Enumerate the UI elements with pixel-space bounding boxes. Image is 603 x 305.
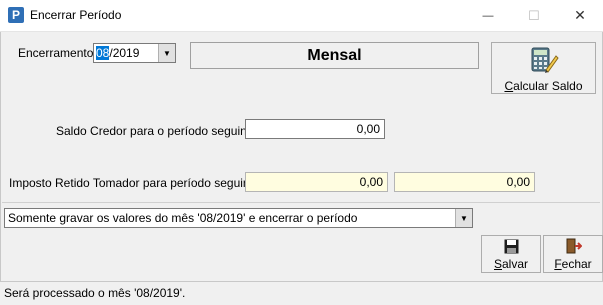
close-icon: ✕ xyxy=(574,7,586,23)
separator xyxy=(2,202,600,203)
encerramento-month: 08 xyxy=(96,46,110,60)
period-type-panel: Mensal xyxy=(190,42,479,69)
salvar-button[interactable]: Salvar xyxy=(481,235,541,273)
minimize-icon: — xyxy=(482,9,494,22)
encerramento-year: /2019 xyxy=(109,46,140,60)
action-select-value: Somente gravar os valores do mês '08/201… xyxy=(8,211,358,225)
maximize-button[interactable]: ☐ xyxy=(511,0,557,31)
imposto-retido-label: Imposto Retido Tomador para período segu… xyxy=(9,176,260,190)
fechar-button[interactable]: Fechar xyxy=(543,235,603,273)
imposto-retido-input-1[interactable]: 0,00 xyxy=(245,172,388,192)
imposto-retido-input-2[interactable]: 0,00 xyxy=(394,172,535,192)
calcular-saldo-button[interactable]: Calcular Saldo xyxy=(491,42,596,94)
calculator-pencil-icon xyxy=(531,47,559,73)
minimize-button[interactable]: — xyxy=(465,0,511,31)
saldo-credor-label: Saldo Credor para o período seguinte xyxy=(56,124,257,138)
chevron-down-icon[interactable]: ▼ xyxy=(158,44,175,62)
salvar-label: Salvar xyxy=(493,257,529,271)
window-title: Encerrar Período xyxy=(30,8,122,22)
status-text: Será processado o mês '08/2019'. xyxy=(4,286,186,300)
encerramento-select[interactable]: 08/2019 ▼ xyxy=(93,43,176,63)
chevron-down-icon[interactable]: ▼ xyxy=(455,209,472,227)
exit-door-icon xyxy=(566,238,582,254)
status-bar: Será processado o mês '08/2019'. xyxy=(0,281,603,304)
close-button[interactable]: ✕ xyxy=(557,0,603,31)
maximize-icon: ☐ xyxy=(528,7,540,23)
encerramento-label: Encerramento xyxy=(18,46,94,60)
title-bar: P Encerrar Período — ☐ ✕ xyxy=(0,0,603,32)
fechar-label: Fechar xyxy=(554,257,592,271)
app-icon: P xyxy=(8,7,24,23)
saldo-credor-input[interactable]: 0,00 xyxy=(245,119,385,139)
action-select[interactable]: Somente gravar os valores do mês '08/201… xyxy=(4,208,473,228)
calcular-saldo-label: Calcular Saldo xyxy=(504,79,583,93)
floppy-disk-icon xyxy=(504,239,519,254)
